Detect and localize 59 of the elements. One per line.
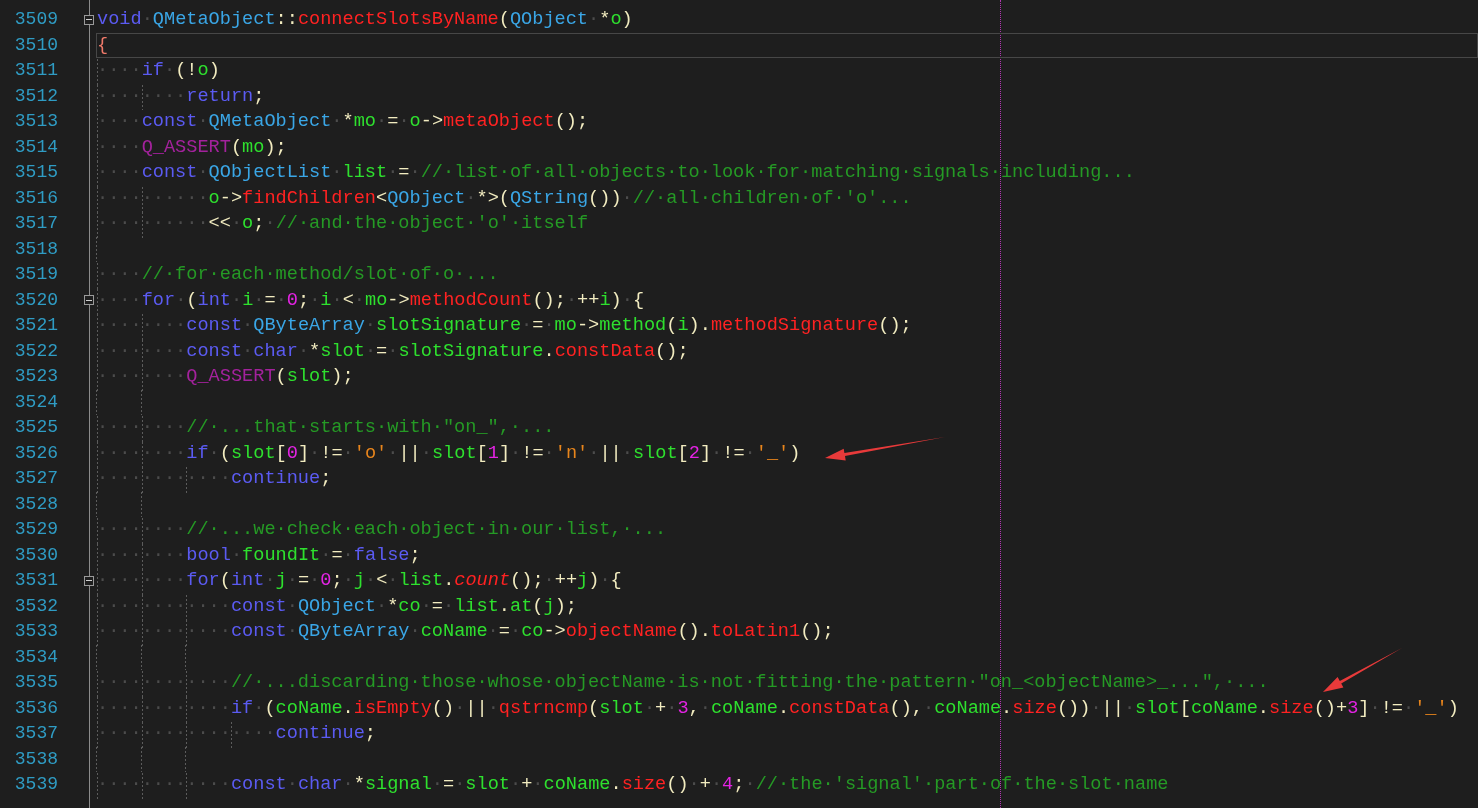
line-number: 3515 xyxy=(13,161,58,184)
line-number: 3533 xyxy=(13,620,58,643)
code-line: ········const·QByteArray·slotSignature·=·mo->method(i).methodSignature(); xyxy=(96,313,913,339)
code-line: void·QMetaObject::connectSlotsByName(QObject·*o) xyxy=(96,8,634,32)
line-number: 3518 xyxy=(13,237,58,261)
collapse-icon[interactable] xyxy=(84,575,94,586)
code-line: ········bool·foundIt·=·false; xyxy=(96,542,422,568)
code-line: ········//·...that·starts·with·"on_",·... xyxy=(96,415,556,441)
collapse-icon[interactable] xyxy=(84,14,94,25)
line-number: 3514 xyxy=(13,135,58,159)
line-number: 3516 xyxy=(13,186,58,210)
line-number: 3520 xyxy=(13,288,58,312)
code-line: ········Q_ASSERT(slot); xyxy=(96,364,355,390)
code-line: ············continue; xyxy=(96,466,333,492)
code-line: ····Q_ASSERT(mo); xyxy=(96,134,288,160)
code-line: ········if·(slot[0]·!=·'o'·||·slot[1]·!=·'n'·||·slot[2]·!=·'_') xyxy=(96,440,802,466)
code-line: ··········<<·o;·//·and·the·object·'o'·itself xyxy=(96,211,590,237)
line-number: 3519 xyxy=(13,263,58,286)
line-number: 3528 xyxy=(13,492,58,516)
code-line: ····//·for·each·method/slot·of·o·... xyxy=(96,262,500,288)
code-line: ····for·(int·i·=·0;·i·<·mo->methodCount();·++i)·{ xyxy=(96,287,646,313)
code-line: ··········o->findChildren<QObject·*>(QString())·//·all·children·of·'o'... xyxy=(96,185,913,211)
line-number: 3513 xyxy=(13,110,58,133)
line-number: 3517 xyxy=(13,212,58,235)
code-line: ············const·char·*signal·=·slot·+·coName.size()·+·4;·//·the·'signal'·part·of·the·slot·name xyxy=(96,772,1170,798)
line-number: 3527 xyxy=(13,467,58,490)
code-line: ············const·QObject·*co·=·list.at(j); xyxy=(96,593,578,619)
code-line: ········//·...we·check·each·object·in·our·list,·... xyxy=(96,517,668,543)
code-line: ················continue; xyxy=(96,721,377,747)
line-number: 3511 xyxy=(13,59,58,82)
line-number: 3524 xyxy=(13,390,58,414)
line-number: 3529 xyxy=(13,518,58,541)
line-number: 3521 xyxy=(13,314,58,337)
line-number: 3532 xyxy=(13,594,58,618)
code-line: ········for(int·j·=·0;·j·<·list.count();·++j)·{ xyxy=(96,568,623,594)
line-number: 3522 xyxy=(13,339,58,363)
line-number: 3530 xyxy=(13,543,58,567)
line-number: 3536 xyxy=(13,696,58,720)
code-line: ····const·QMetaObject·*mo·=·o->metaObject(); xyxy=(96,109,590,135)
line-number: 3512 xyxy=(13,84,58,108)
line-number: 3523 xyxy=(13,365,58,388)
line-number: 3525 xyxy=(13,416,58,439)
code-line: ····if·(!o) xyxy=(96,58,221,84)
code-line: ····const·QObjectList·list·=·//·list·of·all·objects·to·look·for·matching·signals·including... xyxy=(96,160,1136,186)
line-number: 3509 xyxy=(13,8,58,31)
line-number: 3538 xyxy=(13,747,58,771)
line-number: 3539 xyxy=(13,773,58,796)
line-number: 3526 xyxy=(13,441,58,465)
line-number: 3534 xyxy=(13,645,58,669)
code-line: ············const·QByteArray·coName·=·co->objectName().toLatin1(); xyxy=(96,619,835,645)
line-number: 3537 xyxy=(13,722,58,745)
line-number: 3535 xyxy=(13,671,58,694)
code-line: ············//·...discarding·those·whose·objectName·is·not·fitting·the·pattern·"on_<objectName>_...",·... xyxy=(96,670,1270,696)
line-number: 3531 xyxy=(13,569,58,592)
collapse-icon[interactable] xyxy=(84,295,94,306)
code-line: ········const·char·*slot·=·slotSignature.constData(); xyxy=(96,338,690,364)
line-number: 3510 xyxy=(13,33,58,57)
code-line: ········return; xyxy=(96,83,266,109)
code-line: ············if·(coName.isEmpty()·||·qstrncmp(slot·+·3,·coName.constData(),·coName.size())·||·slot[coName.size()+3]·!=·'_') xyxy=(96,695,1460,721)
